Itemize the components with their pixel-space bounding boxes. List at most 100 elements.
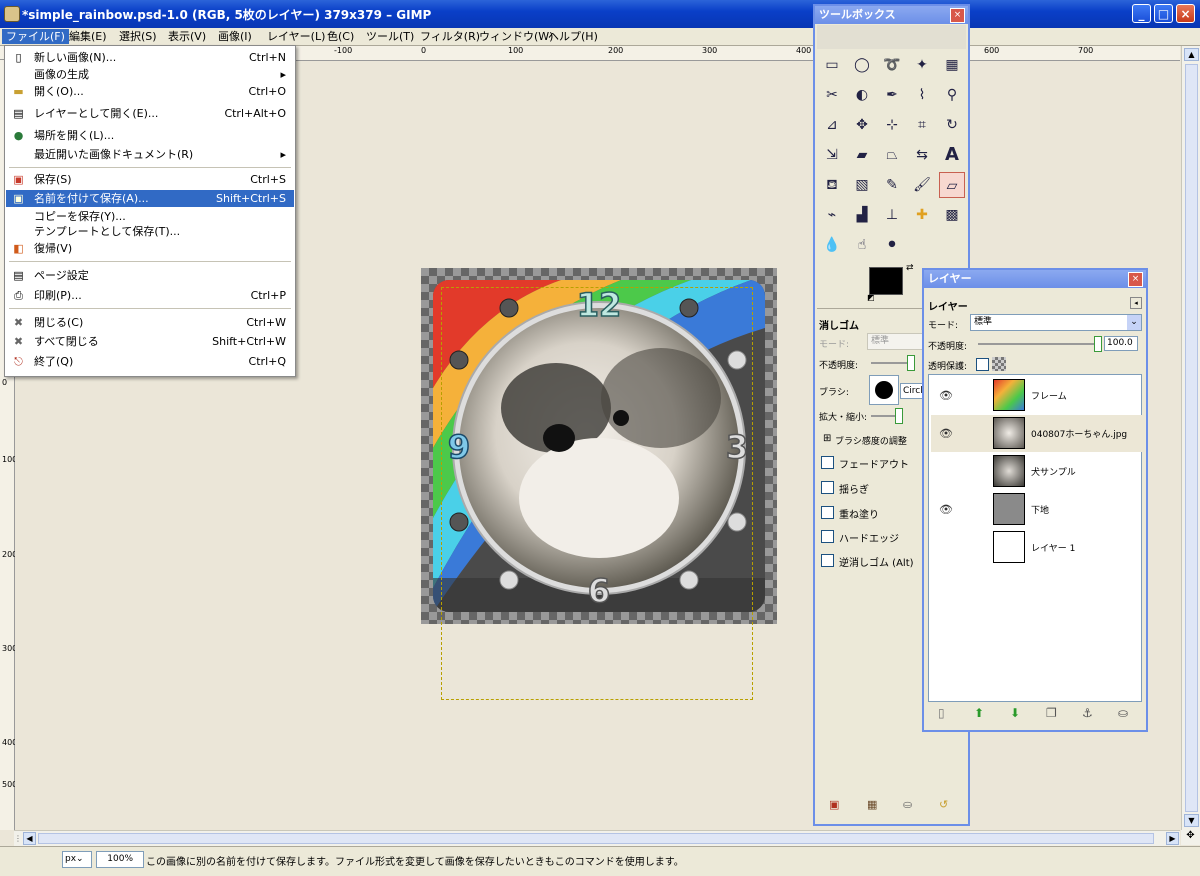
opacity-slider-track[interactable] — [871, 362, 911, 364]
blur-tool-icon[interactable]: 💧 — [819, 232, 845, 258]
clone-tool-icon[interactable]: ⊥ — [879, 202, 905, 228]
menu-edit[interactable]: 編集(E) — [65, 29, 111, 44]
airbrush-tool-icon[interactable]: ⌁ — [819, 202, 845, 228]
eye-visibility-icon[interactable]: 👁 — [939, 389, 953, 402]
incremental-checkbox[interactable] — [821, 506, 834, 519]
layer-row[interactable]: 👁 下地 — [931, 491, 1145, 528]
swap-colors-icon[interactable]: ⇄ — [906, 263, 914, 273]
zoom-select[interactable]: 100% — [96, 851, 144, 868]
lock-alpha-checkbox[interactable] — [976, 358, 989, 371]
fade-out-checkbox[interactable] — [821, 456, 834, 469]
dodge-burn-tool-icon[interactable]: ⚫ — [879, 232, 905, 258]
jitter-checkbox[interactable] — [821, 481, 834, 494]
menu-layer[interactable]: レイヤー(L) — [263, 29, 329, 44]
menu-item-close-all[interactable]: ✖ すべて閉じる Shift+Ctrl+W — [6, 333, 294, 350]
toolbox-close-button[interactable]: × — [950, 8, 965, 23]
align-tool-icon[interactable]: ⊹ — [879, 112, 905, 138]
menu-item-save-as[interactable]: ▣ 名前を付けて保存(A)... Shift+Ctrl+S — [6, 190, 294, 207]
menu-item-open[interactable]: ▬ 開く(O)... Ctrl+O — [6, 83, 294, 100]
horizontal-scrollbar[interactable]: ⋮ ◀ ▶ — [14, 830, 1180, 846]
scale-slider-handle[interactable] — [895, 408, 903, 424]
menu-colors[interactable]: 色(C) — [323, 29, 358, 44]
unit-select[interactable]: px⌄ — [62, 851, 92, 868]
heal-tool-icon[interactable]: ✚ — [909, 202, 935, 228]
menu-tools[interactable]: ツール(T) — [362, 29, 418, 44]
text-tool-icon[interactable]: A — [939, 142, 965, 168]
layer-row[interactable]: レイヤー 1 — [931, 529, 1145, 566]
foreground-select-tool-icon[interactable]: ◐ — [849, 82, 875, 108]
rect-select-tool-icon[interactable]: ▭ — [819, 52, 845, 78]
wilber-drop-area[interactable] — [817, 25, 966, 49]
rotate-tool-icon[interactable]: ↻ — [939, 112, 965, 138]
perspective-tool-icon[interactable]: ⏢ — [879, 142, 905, 168]
layers-close-button[interactable]: × — [1128, 272, 1143, 287]
menu-item-page-setup[interactable]: ▤ ページ設定 — [6, 267, 294, 284]
expand-dynamics-icon[interactable]: ⊞ — [823, 433, 831, 444]
duplicate-layer-icon[interactable]: ❐ — [1046, 706, 1057, 720]
zoom-tool-icon[interactable]: ⚲ — [939, 82, 965, 108]
raise-layer-icon[interactable]: ⬆ — [974, 706, 984, 720]
layer-mode-select[interactable]: 標準 ⌄ — [970, 314, 1142, 331]
layer-opacity-field[interactable]: 100.0 — [1104, 336, 1138, 351]
delete-layer-icon[interactable]: ⛀ — [1118, 706, 1128, 720]
close-button[interactable]: × — [1176, 4, 1195, 23]
menu-item-create[interactable]: 画像の生成 ▸ — [6, 66, 294, 83]
fuzzy-select-tool-icon[interactable]: ✦ — [909, 52, 935, 78]
delete-options-icon[interactable]: ⛀ — [903, 798, 912, 811]
layer-opacity-slider-handle[interactable] — [1094, 336, 1102, 352]
layer-row[interactable]: 犬サンプル — [931, 453, 1145, 490]
menu-help[interactable]: ヘルプ(H) — [544, 29, 602, 44]
menu-item-save[interactable]: ▣ 保存(S) Ctrl+S — [6, 171, 294, 188]
layer-row[interactable]: 👁 フレーム — [931, 377, 1145, 414]
bucket-fill-tool-icon[interactable]: ⛾ — [819, 172, 845, 198]
eraser-tool-icon[interactable]: ▱ — [939, 172, 965, 198]
toolbox-title-bar[interactable]: ツールボックス — [815, 6, 968, 24]
menu-file[interactable]: ファイル(F) — [2, 29, 69, 44]
free-select-tool-icon[interactable]: ➰ — [879, 52, 905, 78]
ellipse-select-tool-icon[interactable]: ◯ — [849, 52, 875, 78]
menu-item-close[interactable]: ✖ 閉じる(C) Ctrl+W — [6, 314, 294, 331]
pencil-tool-icon[interactable]: ✎ — [879, 172, 905, 198]
paths-tool-icon[interactable]: ✒ — [879, 82, 905, 108]
scale-slider-track[interactable] — [871, 415, 895, 417]
eye-visibility-icon[interactable]: 👁 — [939, 427, 953, 440]
maximize-button[interactable]: □ — [1154, 4, 1173, 23]
quick-mask-icon[interactable]: ⋮ — [14, 832, 22, 845]
horizontal-scroll-thumb[interactable] — [38, 833, 1154, 844]
menu-item-open-as-layer[interactable]: ▤ レイヤーとして開く(E)... Ctrl+Alt+O — [6, 105, 294, 122]
menu-item-print[interactable]: ⎙ 印刷(P)... Ctrl+P — [6, 287, 294, 304]
color-picker-tool-icon[interactable]: ⌇ — [909, 82, 935, 108]
perspective-clone-tool-icon[interactable]: ▩ — [939, 202, 965, 228]
shear-tool-icon[interactable]: ▰ — [849, 142, 875, 168]
menu-item-quit[interactable]: ⎋ 終了(Q) Ctrl+Q — [6, 353, 294, 370]
crop-tool-icon[interactable]: ⌗ — [909, 112, 935, 138]
measure-tool-icon[interactable]: ⊿ — [819, 112, 845, 138]
menu-item-open-location[interactable]: ● 場所を開く(L)... — [6, 127, 294, 144]
menu-image[interactable]: 画像(I) — [214, 29, 256, 44]
color-select-tool-icon[interactable]: ▦ — [939, 52, 965, 78]
vertical-scrollbar[interactable]: ▲ ▼ — [1181, 46, 1200, 830]
eye-visibility-icon[interactable]: 👁 — [939, 503, 953, 516]
save-options-icon[interactable]: ▣ — [829, 798, 839, 811]
scroll-right-icon[interactable]: ▶ — [1166, 832, 1179, 845]
brush-preview[interactable] — [869, 375, 899, 405]
paintbrush-tool-icon[interactable]: 🖌 — [909, 172, 935, 198]
menu-item-revert[interactable]: ◧ 復帰(V) — [6, 240, 294, 257]
scroll-down-icon[interactable]: ▼ — [1184, 814, 1199, 827]
lower-layer-icon[interactable]: ⬇ — [1010, 706, 1020, 720]
menu-item-save-template[interactable]: テンプレートとして保存(T)... — [6, 223, 294, 240]
smudge-tool-icon[interactable]: ☝ — [849, 232, 875, 258]
foreground-color-swatch[interactable] — [869, 267, 903, 295]
menu-select[interactable]: 選択(S) — [115, 29, 161, 44]
anti-erase-checkbox[interactable] — [821, 554, 834, 567]
opacity-slider-handle[interactable] — [907, 355, 915, 371]
restore-options-icon[interactable]: ▦ — [867, 798, 877, 811]
hard-edge-checkbox[interactable] — [821, 530, 834, 543]
default-colors-icon[interactable]: ◩ — [867, 293, 875, 302]
scroll-left-icon[interactable]: ◀ — [23, 832, 36, 845]
menu-filters[interactable]: フィルタ(R) — [416, 29, 484, 44]
reset-options-icon[interactable]: ↺ — [939, 798, 948, 811]
layer-row[interactable]: 👁 040807ホーちゃん.jpg — [931, 415, 1145, 452]
panel-menu-icon[interactable]: ◂ — [1130, 297, 1142, 309]
menu-item-recent[interactable]: 最近開いた画像ドキュメント(R) ▸ — [6, 146, 294, 163]
